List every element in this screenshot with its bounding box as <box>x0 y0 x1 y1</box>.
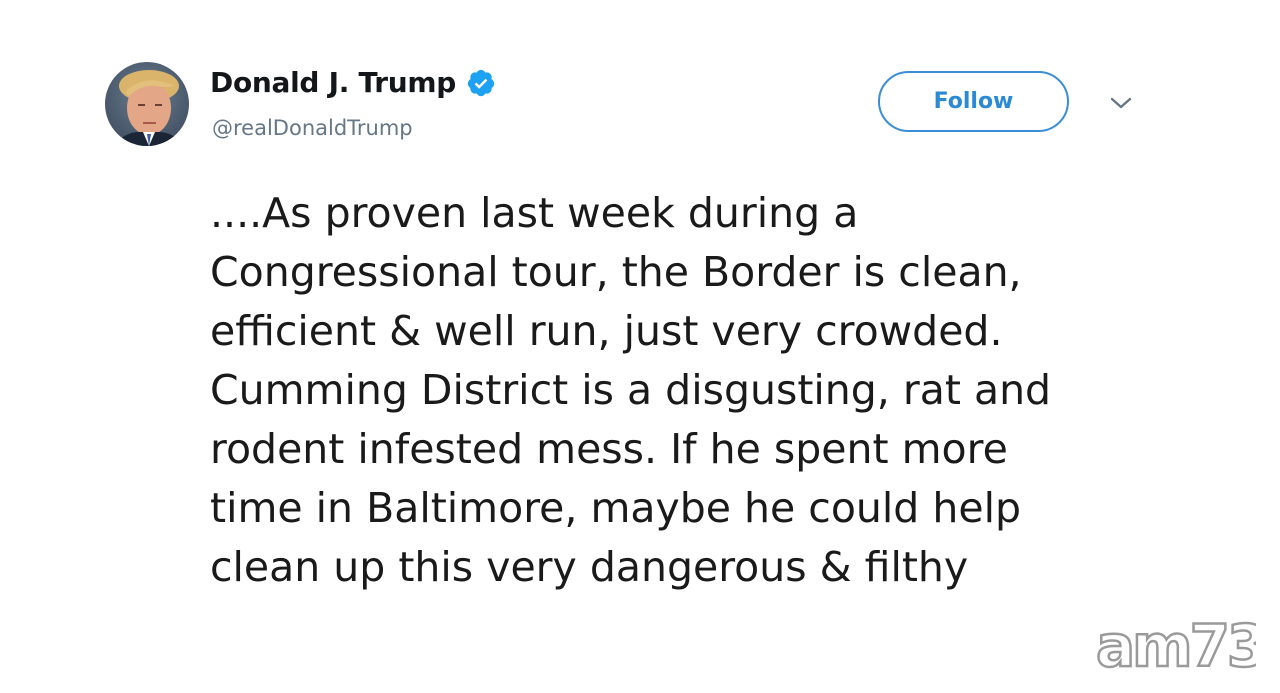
tweet-line: rodent infested mess. If he spent more <box>210 425 1008 473</box>
follow-button[interactable]: Follow <box>878 71 1069 132</box>
avatar[interactable] <box>105 62 189 146</box>
user-handle[interactable]: @realDonaldTrump <box>212 116 413 140</box>
tweet-line: clean up this very dangerous & filthy <box>210 543 969 591</box>
tweet-line: time in Baltimore, maybe he could help <box>210 484 1021 532</box>
tweet-line: ....As proven last week during a <box>210 189 859 237</box>
tweet-line: Congressional tour, the Border is clean, <box>210 248 1022 296</box>
tweet-text: ....As proven last week during a Congres… <box>210 184 1210 602</box>
tweet-line: Cumming District is a disgusting, rat an… <box>210 366 1052 414</box>
watermark-text: am730 <box>1096 612 1256 674</box>
display-name-row: Donald J. Trump <box>210 66 496 99</box>
watermark-logo: am730 <box>1095 611 1280 682</box>
tweet-card: Donald J. Trump @realDonaldTrump Follow … <box>0 0 1280 693</box>
display-name[interactable]: Donald J. Trump <box>210 66 456 99</box>
avatar-image <box>105 62 189 146</box>
verified-badge-icon <box>466 68 496 98</box>
chevron-down-icon[interactable] <box>1108 94 1134 112</box>
tweet-line: efficient & well run, just very crowded. <box>210 307 1003 355</box>
